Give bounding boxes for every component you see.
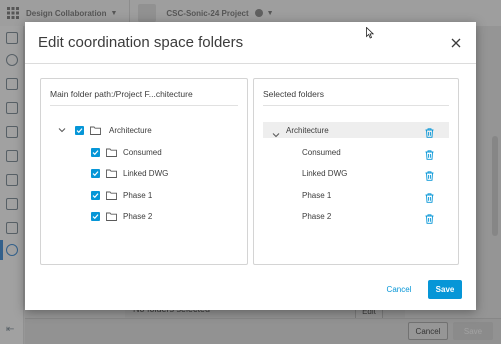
- tree-item-architecture[interactable]: Architecture: [58, 122, 152, 138]
- edit-folders-dialog: Edit coordination space folders Main fol…: [25, 22, 476, 310]
- folder-icon: [90, 126, 101, 135]
- selected-label: Phase 2: [302, 212, 332, 221]
- selected-item-architecture[interactable]: Architecture: [263, 122, 449, 138]
- checkbox-consumed[interactable]: [91, 147, 100, 157]
- selected-label: Phase 1: [302, 191, 332, 200]
- folder-icon: [106, 212, 117, 221]
- selected-item-phase-1[interactable]: Phase 1: [263, 187, 449, 203]
- trash-icon[interactable]: [425, 211, 434, 224]
- tree-label: Architecture: [109, 125, 152, 135]
- tree-item-consumed[interactable]: Consumed: [91, 144, 162, 160]
- trash-icon[interactable]: [425, 125, 434, 138]
- selected-label: Architecture: [286, 126, 329, 135]
- trash-icon[interactable]: [425, 190, 434, 203]
- save-button[interactable]: Save: [428, 280, 462, 299]
- tree-item-linked-dwg[interactable]: Linked DWG: [91, 165, 168, 181]
- main-folder-path-label: Main folder path:/Project F...chitecture: [50, 89, 193, 99]
- folder-icon: [106, 169, 117, 178]
- checkbox-phase-2[interactable]: [91, 211, 100, 221]
- selected-item-phase-2[interactable]: Phase 2: [263, 208, 449, 224]
- selected-folders-heading: Selected folders: [263, 89, 324, 99]
- main-folder-panel: Main folder path:/Project F...chitecture…: [40, 78, 248, 265]
- checkbox-phase-1[interactable]: [91, 190, 100, 200]
- panel-divider: [263, 105, 449, 106]
- trash-icon[interactable]: [425, 147, 434, 160]
- panel-divider: [50, 105, 238, 106]
- dialog-divider: [25, 63, 476, 64]
- close-icon[interactable]: [450, 36, 462, 48]
- tree-label: Consumed: [123, 147, 162, 157]
- selected-item-linked-dwg[interactable]: Linked DWG: [263, 165, 449, 181]
- tree-item-phase-1[interactable]: Phase 1: [91, 187, 152, 203]
- tree-label: Phase 2: [123, 211, 153, 221]
- checkbox-architecture[interactable]: [75, 125, 84, 135]
- tree-label: Phase 1: [123, 190, 153, 200]
- mouse-cursor-icon: [366, 26, 375, 39]
- tree-label: Linked DWG: [123, 168, 169, 178]
- chevron-down-icon[interactable]: [272, 126, 280, 144]
- selected-label: Consumed: [302, 148, 341, 157]
- folder-icon: [106, 191, 117, 200]
- folder-icon: [106, 148, 117, 157]
- trash-icon[interactable]: [425, 168, 434, 181]
- chevron-down-icon[interactable]: [58, 126, 66, 134]
- selected-item-consumed[interactable]: Consumed: [263, 144, 449, 160]
- checkbox-linked-dwg[interactable]: [91, 168, 100, 178]
- selected-label: Linked DWG: [302, 169, 348, 178]
- dialog-title: Edit coordination space folders: [38, 34, 244, 51]
- tree-item-phase-2[interactable]: Phase 2: [91, 208, 152, 224]
- selected-folders-panel: Selected folders Architecture Consumed L…: [253, 78, 459, 265]
- cancel-button[interactable]: Cancel: [378, 280, 420, 298]
